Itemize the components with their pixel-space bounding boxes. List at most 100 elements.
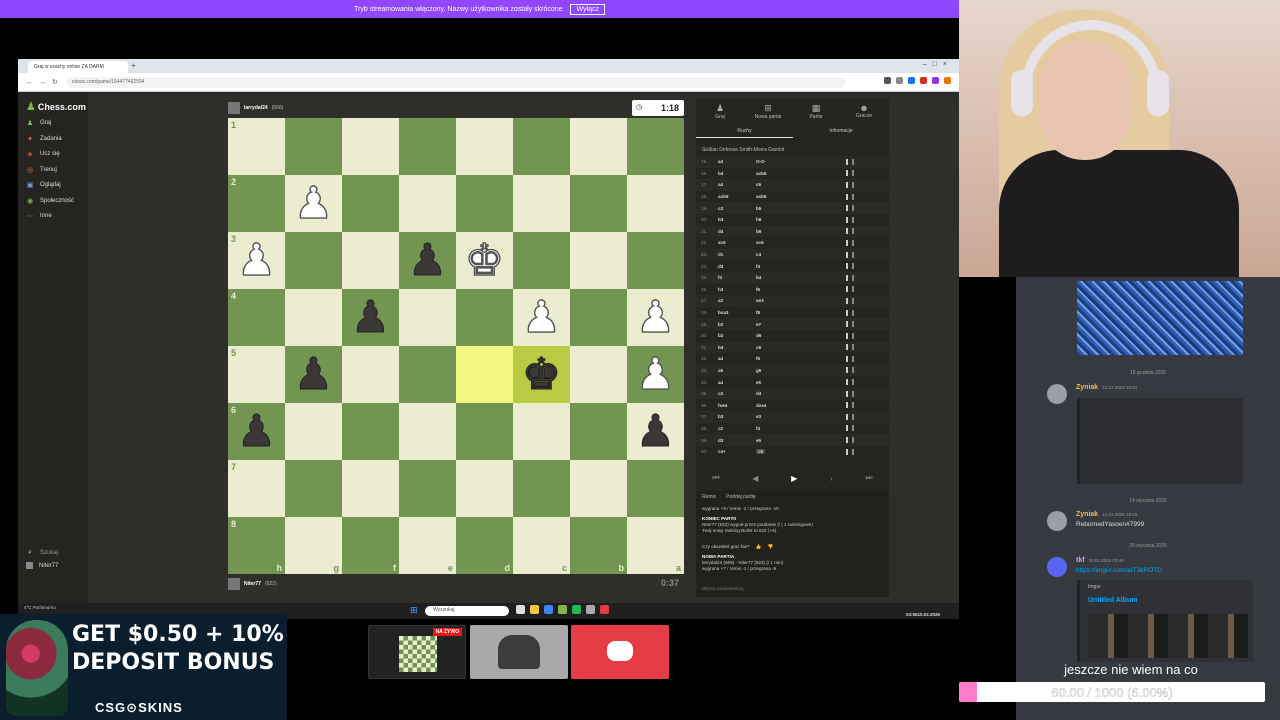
white-pawn-icon[interactable]: ♟ [513,289,570,346]
thumbs-up-icon[interactable]: 👍 [756,544,762,550]
draw-button[interactable]: Remis [702,494,716,500]
top-player-name[interactable]: larrydal24 [244,105,268,111]
black-pawn-icon[interactable]: ♟ [342,289,399,346]
square-b5[interactable] [570,346,627,403]
black-move[interactable]: e5 [756,380,846,385]
white-pawn-icon[interactable]: ♟ [285,175,342,232]
embed-title[interactable]: Untitled Album [1088,597,1138,604]
square-h3[interactable]: 3 ♟ [228,232,285,289]
black-move[interactable]: f8 [756,310,846,315]
browser-tab[interactable]: Graj w szachy online ZA DARM [28,61,128,73]
app-icon[interactable] [600,605,609,614]
square-b6[interactable] [570,403,627,460]
white-move[interactable]: d1 [718,252,756,257]
square-e7[interactable] [399,460,456,517]
avatar[interactable] [1047,557,1067,577]
square-g1[interactable] [285,118,342,175]
black-move[interactable]: f6 [756,287,846,292]
black-move[interactable]: dxe4 [756,403,846,408]
sidebar-item-inne[interactable]: ⋯ Inne [26,212,52,220]
black-move[interactable]: e7 [756,322,846,327]
square-h7[interactable]: 7 [228,460,285,517]
taskbar-clock[interactable]: 04:55 10.02.2026 [893,606,945,622]
square-a5[interactable]: ♟ [627,346,684,403]
square-f2[interactable] [342,175,399,232]
black-pawn-icon[interactable]: ♟ [285,346,342,403]
taskbar-search-input[interactable]: Wyszukaj [425,606,509,616]
white-move[interactable]: h3 [718,287,756,292]
white-move[interactable]: c4+ [718,449,756,454]
white-move[interactable]: b3 [718,414,756,419]
white-king-icon[interactable]: ♚ [456,232,513,289]
sidebar-item-trenuj[interactable]: ◎ Trenuj [26,166,57,174]
window-controls[interactable]: –□× [923,61,953,68]
square-h8[interactable]: 8h [228,517,285,574]
square-g8[interactable]: g [285,517,342,574]
black-pawn-icon[interactable]: ♟ [228,403,285,460]
square-b2[interactable] [570,175,627,232]
square-d3[interactable]: ♚ [456,232,513,289]
square-e3[interactable]: ♟ [399,232,456,289]
resign-button[interactable]: Poddaj partię [726,494,755,500]
square-e4[interactable] [399,289,456,346]
square-a2[interactable] [627,175,684,232]
message-author[interactable]: tkf 20.01.2026 03:40 [1076,557,1124,564]
square-a6[interactable]: ♟ [627,403,684,460]
square-f1[interactable] [342,118,399,175]
square-g5[interactable]: ♟ [285,346,342,403]
white-move[interactable]: a4 [718,356,756,361]
message-author[interactable]: Zyniak 14.01.2026 18:15 [1076,511,1137,518]
square-d1[interactable] [456,118,513,175]
sidebar-item-spoeczno[interactable]: ◉ Społeczność [26,197,74,205]
screenshot-embed[interactable] [1077,398,1243,484]
white-move[interactable]: b4 [718,171,756,176]
square-e1[interactable] [399,118,456,175]
square-b3[interactable] [570,232,627,289]
square-d6[interactable] [456,403,513,460]
square-g4[interactable] [285,289,342,346]
panel-tab-0[interactable]: ♟ Graj [696,103,744,120]
square-a3[interactable] [627,232,684,289]
folder-icon[interactable] [530,605,539,614]
square-d4[interactable] [456,289,513,346]
white-move[interactable]: bxa3 [718,310,756,315]
new-tab-icon[interactable]: + [131,61,136,70]
square-e6[interactable] [399,403,456,460]
scene-discord-thumbnail[interactable] [571,625,669,679]
black-move[interactable]: b6 [756,229,846,234]
black-move[interactable]: axb5 [756,194,846,199]
square-d7[interactable] [456,460,513,517]
black-move[interactable]: e3 [756,414,846,419]
forward-icon[interactable]: › [830,474,833,483]
white-move[interactable]: c3 [718,206,756,211]
white-pawn-icon[interactable]: ♟ [228,232,285,289]
tab-info[interactable]: Informacje [793,128,889,134]
white-move[interactable]: b3 [718,217,756,222]
white-move[interactable]: fxe4 [718,403,756,408]
extension-icon[interactable] [932,77,939,84]
square-f4[interactable]: ♟ [342,289,399,346]
weather-widget[interactable]: 4°C Pochmurno [24,605,56,610]
square-c5[interactable]: ♚ [513,346,570,403]
spotify-icon[interactable] [572,605,581,614]
white-move[interactable]: xc6 [718,240,756,245]
embed-image[interactable] [1088,614,1248,658]
black-move[interactable]: b5 [756,206,846,211]
black-move[interactable]: c5 [756,449,846,455]
square-e5[interactable] [399,346,456,403]
bottom-player-name[interactable]: Niter77 [244,581,261,587]
extension-icon[interactable] [908,77,915,84]
white-move[interactable]: a4 [718,159,756,164]
square-a8[interactable]: a [627,517,684,574]
black-move[interactable]: d4 [756,391,846,396]
white-move[interactable]: f3 [718,275,756,280]
message-link[interactable]: https://imgur.com/a/T3kROTD [1076,567,1162,574]
black-move[interactable]: axb5 [756,171,846,176]
scene-car-thumbnail[interactable] [470,625,568,679]
square-c7[interactable] [513,460,570,517]
nav-arrows-icon[interactable]: ←→↻ [26,78,64,86]
white-move[interactable]: a5 [718,368,756,373]
square-g6[interactable] [285,403,342,460]
app-icon[interactable] [516,605,525,614]
square-g7[interactable] [285,460,342,517]
